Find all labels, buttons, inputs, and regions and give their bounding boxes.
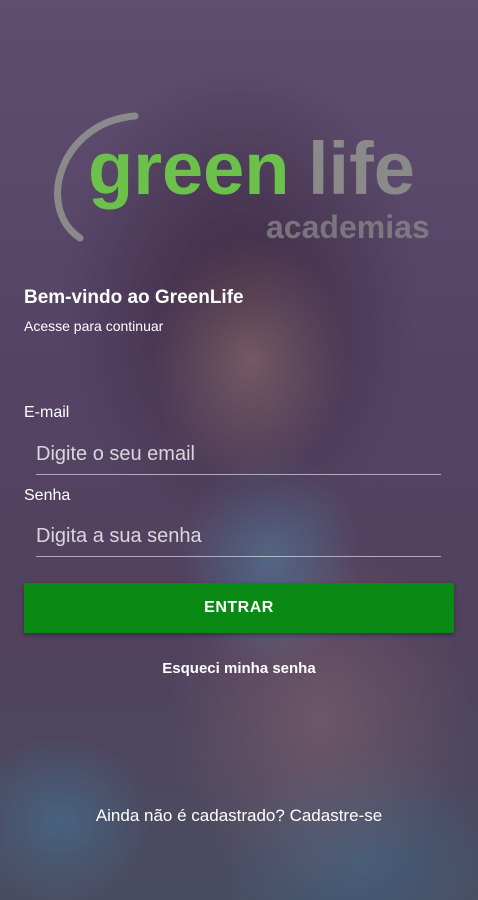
welcome-subtitle: Acesse para continuar	[24, 318, 164, 334]
email-field[interactable]	[36, 434, 441, 475]
forgot-password-link[interactable]: Esqueci minha senha	[0, 660, 478, 677]
email-label: E-mail	[24, 404, 70, 421]
logo-subtitle: academias	[266, 209, 430, 245]
password-label: Senha	[24, 487, 71, 504]
greenlife-logo: green life academias	[40, 108, 440, 248]
password-field[interactable]	[36, 516, 441, 557]
login-button[interactable]: ENTRAR	[24, 583, 454, 633]
logo-word-green: green	[88, 127, 290, 210]
logo-word-life: life	[308, 127, 415, 210]
welcome-title: Bem-vindo ao GreenLife	[24, 287, 244, 308]
signup-link[interactable]: Ainda não é cadastrado? Cadastre-se	[0, 806, 478, 826]
